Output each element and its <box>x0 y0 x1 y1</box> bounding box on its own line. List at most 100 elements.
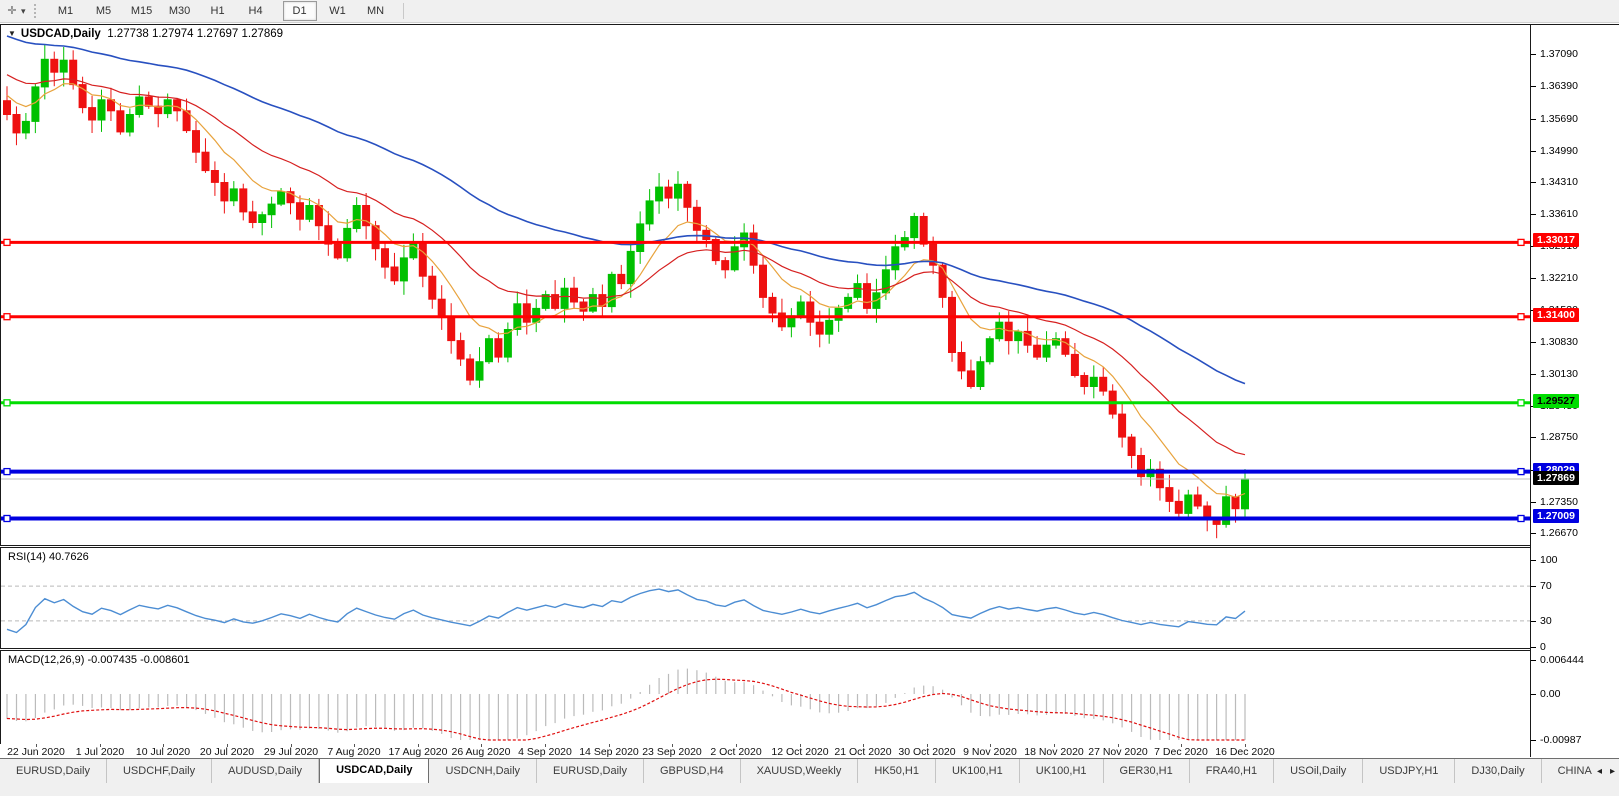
date-label: 10 Jul 2020 <box>136 746 190 758</box>
price-tick-label: 1.30830 <box>1540 336 1578 348</box>
date-label: 9 Nov 2020 <box>963 746 1017 758</box>
date-label: 7 Dec 2020 <box>1154 746 1208 758</box>
macd-histogram <box>7 669 1245 740</box>
main-chart-panel[interactable]: ▼USDCAD,Daily 1.27738 1.27974 1.27697 1.… <box>0 25 1531 546</box>
axis-tick <box>1531 560 1536 561</box>
axis-tick <box>1531 342 1536 343</box>
timeframe-button-m30[interactable]: M30 <box>163 1 197 21</box>
chevron-down-icon[interactable]: ▾ <box>21 6 26 17</box>
axis-tick <box>1531 437 1536 438</box>
main-chart-canvas[interactable] <box>1 25 1531 545</box>
rsi-tick-label: 30 <box>1540 615 1552 627</box>
date-label: 4 Sep 2020 <box>518 746 572 758</box>
macd-panel[interactable]: MACD(12,26,9) -0.007435 -0.008601 <box>0 650 1531 745</box>
date-label: 20 Jul 2020 <box>200 746 254 758</box>
date-label: 2 Oct 2020 <box>710 746 761 758</box>
tab-gbpusd-h4-6[interactable]: GBPUSD,H4 <box>644 759 741 784</box>
timeframe-button-h1[interactable]: H1 <box>201 1 235 21</box>
axis-tick <box>1531 660 1536 661</box>
timeframe-button-h4[interactable]: H4 <box>239 1 273 21</box>
tab-ger30-h1-11[interactable]: GER30,H1 <box>1104 759 1190 784</box>
macd-signal-line <box>7 679 1245 740</box>
axis-tick <box>1531 119 1536 120</box>
tab-usdjpy-h1-14[interactable]: USDJPY,H1 <box>1363 759 1455 784</box>
price-tick-label: 1.27350 <box>1540 496 1578 508</box>
date-label: 17 Aug 2020 <box>389 746 448 758</box>
date-label: 29 Jul 2020 <box>264 746 318 758</box>
date-label: 16 Dec 2020 <box>1215 746 1275 758</box>
status-strip <box>0 783 1619 796</box>
tab-xauusd-weekly-7[interactable]: XAUUSD,Weekly <box>741 759 859 784</box>
macd-tick-label: 0.006444 <box>1540 654 1584 666</box>
axis-tick <box>1531 502 1536 503</box>
tab-usdcad-daily-3[interactable]: USDCAD,Daily <box>319 759 429 784</box>
price-tick-label: 1.34310 <box>1540 176 1578 188</box>
axis-tick <box>1531 54 1536 55</box>
axis-tick <box>1531 278 1536 279</box>
tab-scroll-left-icon[interactable]: ◂ <box>1593 764 1606 779</box>
timeframe-button-m15[interactable]: M15 <box>125 1 159 21</box>
axis-tick <box>1531 621 1536 622</box>
date-label: 21 Oct 2020 <box>834 746 891 758</box>
rsi-line <box>7 589 1245 632</box>
chart-tab-bar: EURUSD,DailyUSDCHF,DailyAUDUSD,DailyUSDC… <box>0 758 1619 784</box>
macd-canvas[interactable] <box>1 651 1531 742</box>
timeframe-button-w1[interactable]: W1 <box>321 1 355 21</box>
ma-slow-line <box>7 36 1245 384</box>
date-label: 22 Jun 2020 <box>7 746 65 758</box>
chart-title: ▼USDCAD,Daily 1.27738 1.27974 1.27697 1.… <box>8 28 283 40</box>
tab-uk100-h1-9[interactable]: UK100,H1 <box>936 759 1020 784</box>
rsi-panel[interactable]: RSI(14) 40.7626 <box>0 547 1531 649</box>
timeframe-button-m1[interactable]: M1 <box>49 1 83 21</box>
date-label: 18 Nov 2020 <box>1024 746 1084 758</box>
tab-usoil-daily-13[interactable]: USOil,Daily <box>1274 759 1363 784</box>
macd-tick-label: 0.00 <box>1540 688 1560 700</box>
timeframe-button-d1[interactable]: D1 <box>283 1 317 21</box>
macd-label: MACD(12,26,9) -0.007435 -0.008601 <box>8 654 190 666</box>
toolbar-grip-handle[interactable] <box>34 4 39 18</box>
price-tick-label: 1.34990 <box>1540 145 1578 157</box>
tab-scroll-right-icon[interactable]: ▸ <box>1606 764 1619 779</box>
date-label: 27 Nov 2020 <box>1088 746 1148 758</box>
chart-symbol-period: USDCAD,Daily <box>21 28 101 40</box>
rsi-label: RSI(14) 40.7626 <box>8 551 89 563</box>
rsi-tick-label: 70 <box>1540 580 1552 592</box>
date-label: 1 Jul 2020 <box>76 746 124 758</box>
date-axis[interactable]: 22 Jun 2020 1 Jul 2020 10 Jul 2020 20 Jul 2… <box>0 744 1530 758</box>
current-price-label: 1.27869 <box>1533 471 1579 485</box>
date-label: 12 Oct 2020 <box>771 746 828 758</box>
axis-tick <box>1531 151 1536 152</box>
price-tick-label: 1.28750 <box>1540 431 1578 443</box>
timeframe-group: M1M5M15M30H1H4 D1W1MN <box>47 0 395 22</box>
axis-tick <box>1531 182 1536 183</box>
price-tick-label: 1.30130 <box>1540 368 1578 380</box>
date-label: 26 Aug 2020 <box>452 746 511 758</box>
tab-strip: EURUSD,DailyUSDCHF,DailyAUDUSD,DailyUSDC… <box>0 759 1592 784</box>
rsi-canvas[interactable] <box>1 548 1531 646</box>
tab-china300-h1-16[interactable]: CHINA300,H1 <box>1542 759 1592 784</box>
chart-dropdown-icon[interactable]: ▼ <box>8 29 16 38</box>
price-tick-label: 1.33610 <box>1540 208 1578 220</box>
tab-audusd-daily-2[interactable]: AUDUSD,Daily <box>212 759 319 784</box>
date-label: 23 Sep 2020 <box>642 746 702 758</box>
tab-usdchf-daily-1[interactable]: USDCHF,Daily <box>107 759 212 784</box>
price-axis[interactable]: 1.370901.363901.356901.349901.343101.336… <box>1530 25 1619 757</box>
tab-eurusd-daily-0[interactable]: EURUSD,Daily <box>0 759 107 784</box>
axis-tick <box>1531 694 1536 695</box>
tab-fra40-h1-12[interactable]: FRA40,H1 <box>1190 759 1274 784</box>
tab-dj30-daily-15[interactable]: DJ30,Daily <box>1455 759 1541 784</box>
tab-eurusd-daily-5[interactable]: EURUSD,Daily <box>537 759 644 784</box>
tab-hk50-h1-8[interactable]: HK50,H1 <box>858 759 936 784</box>
timeframe-button-mn[interactable]: MN <box>359 1 393 21</box>
toolbar: ✛ ▾ M1M5M15M30H1H4 D1W1MN <box>0 0 1619 23</box>
price-tick-label: 1.26670 <box>1540 527 1578 539</box>
tab-usdcnh-daily-4[interactable]: USDCNH,Daily <box>429 759 537 784</box>
axis-tick <box>1531 647 1536 648</box>
axis-tick <box>1531 214 1536 215</box>
timeframe-button-m5[interactable]: M5 <box>87 1 121 21</box>
tab-uk100-h1-10[interactable]: UK100,H1 <box>1020 759 1104 784</box>
crosshair-tool-icon[interactable]: ✛ <box>4 3 20 19</box>
toolbar-separator <box>403 3 404 19</box>
price-tick-label: 1.32210 <box>1540 272 1578 284</box>
axis-tick <box>1531 86 1536 87</box>
